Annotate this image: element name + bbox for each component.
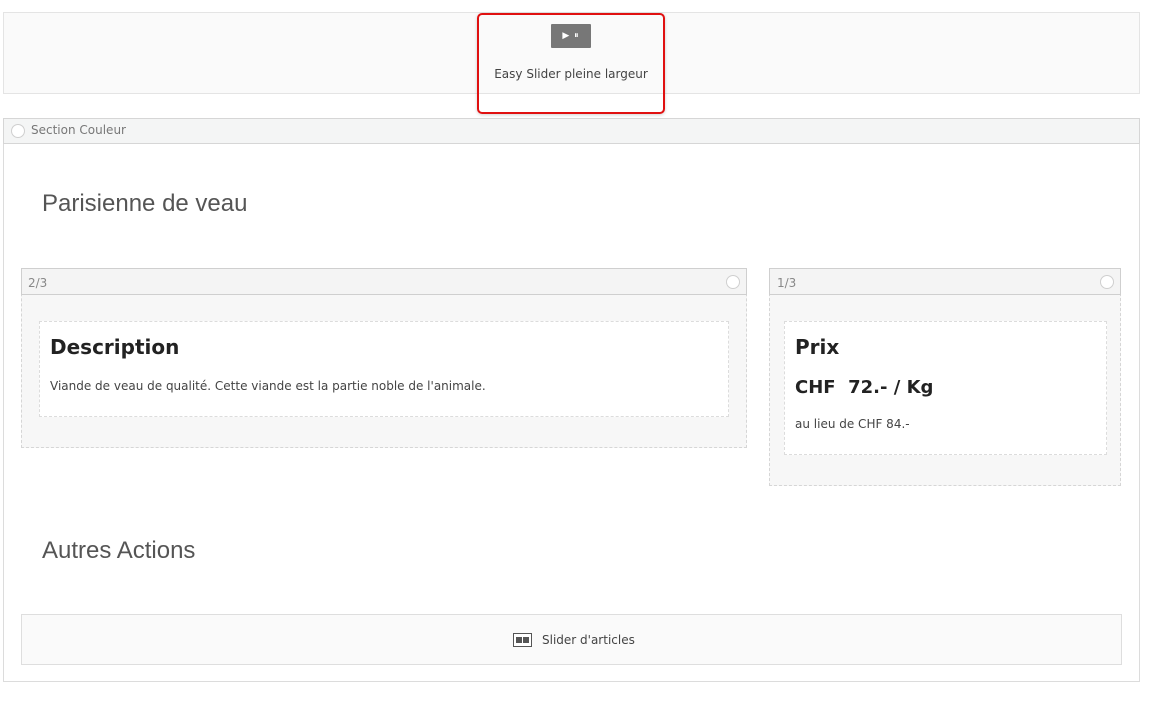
column-select-radio[interactable] [1100, 275, 1114, 289]
selection-highlight [477, 13, 665, 114]
price-title: Prix [795, 335, 840, 359]
column-header[interactable] [21, 268, 747, 295]
page-title: Parisienne de veau [42, 190, 248, 217]
slider-layout-icon [513, 633, 532, 647]
description-title: Description [50, 335, 180, 359]
description-text: Viande de veau de qualité. Cette viande … [50, 379, 486, 393]
section-label: Section Couleur [31, 123, 126, 137]
section-header[interactable] [3, 118, 1140, 144]
column-width-label: 2/3 [28, 276, 48, 290]
articles-slider-label: Slider d'articles [542, 633, 635, 647]
other-actions-title: Autres Actions [42, 537, 196, 564]
price-value: CHF 72.- / Kg [795, 377, 934, 398]
section-select-radio[interactable] [11, 124, 25, 138]
column-header[interactable] [769, 268, 1121, 295]
column-select-radio[interactable] [726, 275, 740, 289]
column-width-label: 1/3 [777, 276, 797, 290]
price-note: au lieu de CHF 84.- [795, 417, 910, 431]
